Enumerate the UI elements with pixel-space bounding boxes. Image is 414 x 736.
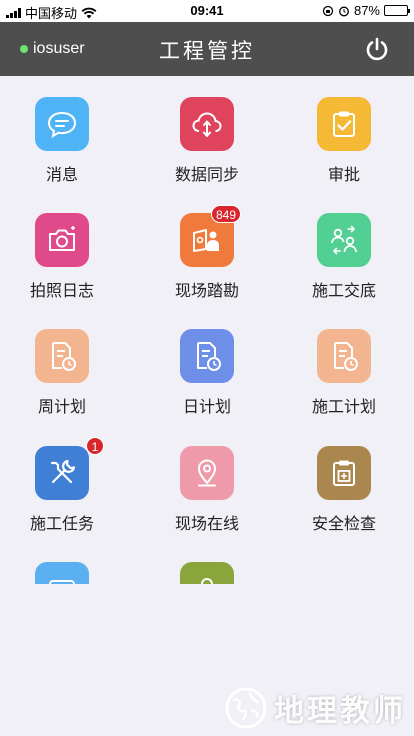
- tile-label: 现场在线: [174, 516, 239, 533]
- tile-site-survey[interactable]: 现场踏勘: [147, 192, 267, 302]
- function-grid: 消息 数据同步 审批 拍照日志 现场踏勘 施工交底 周计划 日计划 施工计划 施…: [0, 76, 414, 584]
- tile-daily-plan[interactable]: 日计划: [147, 308, 267, 418]
- tile-partial-2[interactable]: [147, 541, 267, 584]
- tile-label: 数据同步: [174, 167, 239, 184]
- tile-construction-briefing[interactable]: 施工交底: [284, 192, 404, 302]
- tile-approval[interactable]: 审批: [284, 76, 404, 186]
- tile-label: 拍照日志: [29, 283, 94, 300]
- user-icon: [180, 562, 234, 584]
- alarm-icon: [339, 6, 349, 16]
- tile-label: 安全检查: [311, 516, 376, 533]
- camera-icon: [35, 213, 89, 267]
- power-icon[interactable]: [364, 36, 390, 62]
- tile-photo-log[interactable]: 拍照日志: [2, 192, 122, 302]
- document-clock-icon: [317, 329, 371, 383]
- people-exchange-icon: [317, 213, 371, 267]
- tile-partial-1[interactable]: [2, 541, 122, 584]
- status-bar: 中国移动 09:41 87%: [0, 0, 414, 22]
- document-clock-icon: [180, 329, 234, 383]
- rotation-lock-icon: [322, 5, 334, 16]
- watermark: 地理教师: [224, 686, 406, 730]
- tile-label: 现场踏勘: [174, 283, 239, 300]
- battery-percent: 87%: [353, 3, 380, 18]
- bus-icon: [35, 562, 89, 584]
- notification-badge-task: 1: [86, 437, 104, 455]
- tile-site-online[interactable]: 现场在线: [147, 425, 267, 535]
- tile-construction-plan[interactable]: 施工计划: [284, 308, 404, 418]
- tile-label: 施工计划: [311, 399, 376, 416]
- tile-label: 施工任务: [29, 516, 94, 533]
- map-pin-icon: [180, 446, 234, 500]
- globe-logo: [225, 687, 267, 729]
- document-clock-icon: [35, 329, 89, 383]
- tile-label: 审批: [327, 167, 360, 184]
- tile-weekly-plan[interactable]: 周计划: [2, 308, 122, 418]
- tile-construction-task[interactable]: 施工任务: [2, 425, 122, 535]
- tile-label: 周计划: [37, 399, 86, 416]
- app-header: iosuser 工程管控: [0, 22, 414, 76]
- page-title: 工程管控: [159, 40, 255, 63]
- tile-label: 日计划: [182, 399, 231, 416]
- wrench-screwdriver-icon: [35, 446, 89, 500]
- tile-safety-check[interactable]: 安全检查: [284, 425, 404, 535]
- message-bubble-icon: [35, 97, 89, 151]
- notification-badge-survey: 849: [211, 205, 242, 223]
- cloud-sync-icon: [180, 97, 234, 151]
- battery-icon: [384, 5, 410, 16]
- safety-check-icon: [317, 446, 371, 500]
- tile-label: 消息: [45, 167, 78, 184]
- tile-messages[interactable]: 消息: [2, 76, 122, 186]
- watermark-text: 地理教师: [274, 695, 406, 728]
- tile-data-sync[interactable]: 数据同步: [147, 76, 267, 186]
- clipboard-check-icon: [317, 97, 371, 151]
- tile-label: 施工交底: [311, 283, 376, 300]
